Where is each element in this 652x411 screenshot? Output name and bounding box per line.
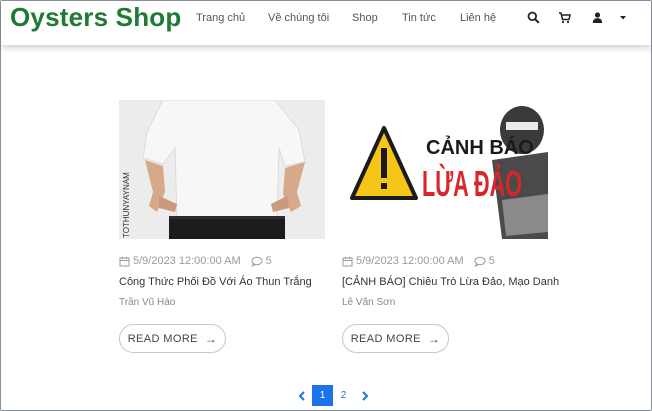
comment-count: 5 — [488, 255, 495, 267]
chevron-left-icon — [298, 390, 305, 401]
nav-shop[interactable]: Shop — [352, 11, 378, 25]
read-more-button[interactable]: READ MORE → — [119, 324, 226, 353]
warning-heading: CẢNH BÁO — [426, 136, 534, 159]
read-more-label: READ MORE — [127, 332, 198, 345]
post-date: 5/9/2023 12:00:00 AM — [133, 255, 241, 267]
comment-count: 5 — [265, 255, 272, 267]
comment-icon — [251, 256, 263, 267]
nav-contact[interactable]: Liên hệ — [460, 11, 496, 25]
arrow-right-icon: → — [204, 331, 218, 346]
comment-icon — [474, 256, 486, 267]
calendar-icon — [342, 256, 353, 266]
image-caption: TOTHUNYAYNAM — [122, 172, 131, 238]
site-header: Oysters Shop Trang chủ Về chúng tôi Shop… — [1, 1, 651, 45]
browser-frame — [0, 0, 652, 411]
post-date: 5/9/2023 12:00:00 AM — [356, 255, 464, 267]
prev-page-button[interactable] — [291, 385, 312, 406]
site-logo[interactable]: Oysters Shop — [10, 1, 181, 33]
post-meta: 5/9/2023 12:00:00 AM 5 — [119, 254, 272, 268]
page-1-button[interactable]: 1 — [312, 385, 333, 406]
calendar-icon — [119, 256, 130, 266]
nav-about[interactable]: Về chúng tôi — [268, 11, 329, 25]
search-icon[interactable] — [527, 11, 541, 25]
nav-news[interactable]: Tin tức — [402, 11, 436, 25]
chevron-down-icon[interactable] — [618, 11, 632, 25]
next-page-button[interactable] — [354, 385, 375, 406]
fraud-heading: LỪA ĐẢO — [422, 162, 522, 204]
read-more-label: READ MORE — [350, 332, 421, 345]
post-thumbnail[interactable]: TOTHUNYAYNAM — [119, 100, 325, 239]
chevron-right-icon — [361, 390, 368, 401]
nav-home[interactable]: Trang chủ — [196, 11, 245, 25]
post-author: Trần Vũ Hào — [119, 297, 176, 308]
read-more-button[interactable]: READ MORE → — [342, 324, 449, 353]
cart-icon[interactable] — [558, 11, 572, 25]
user-icon[interactable] — [591, 11, 605, 25]
post-title[interactable]: Công Thức Phối Đồ Với Áo Thun Trắng — [119, 275, 312, 289]
pagination: 1 2 — [291, 385, 375, 406]
post-title[interactable]: [CẢNH BÁO] Chiêu Trò Lừa Đảo, Mạo Danh — [342, 275, 559, 289]
arrow-right-icon: → — [427, 331, 441, 346]
post-thumbnail[interactable]: CẢNH BÁO LỪA ĐẢO — [342, 100, 548, 239]
post-author: Lê Văn Sơn — [342, 297, 396, 308]
page-2-button[interactable]: 2 — [333, 385, 354, 406]
post-meta: 5/9/2023 12:00:00 AM 5 — [342, 254, 495, 268]
